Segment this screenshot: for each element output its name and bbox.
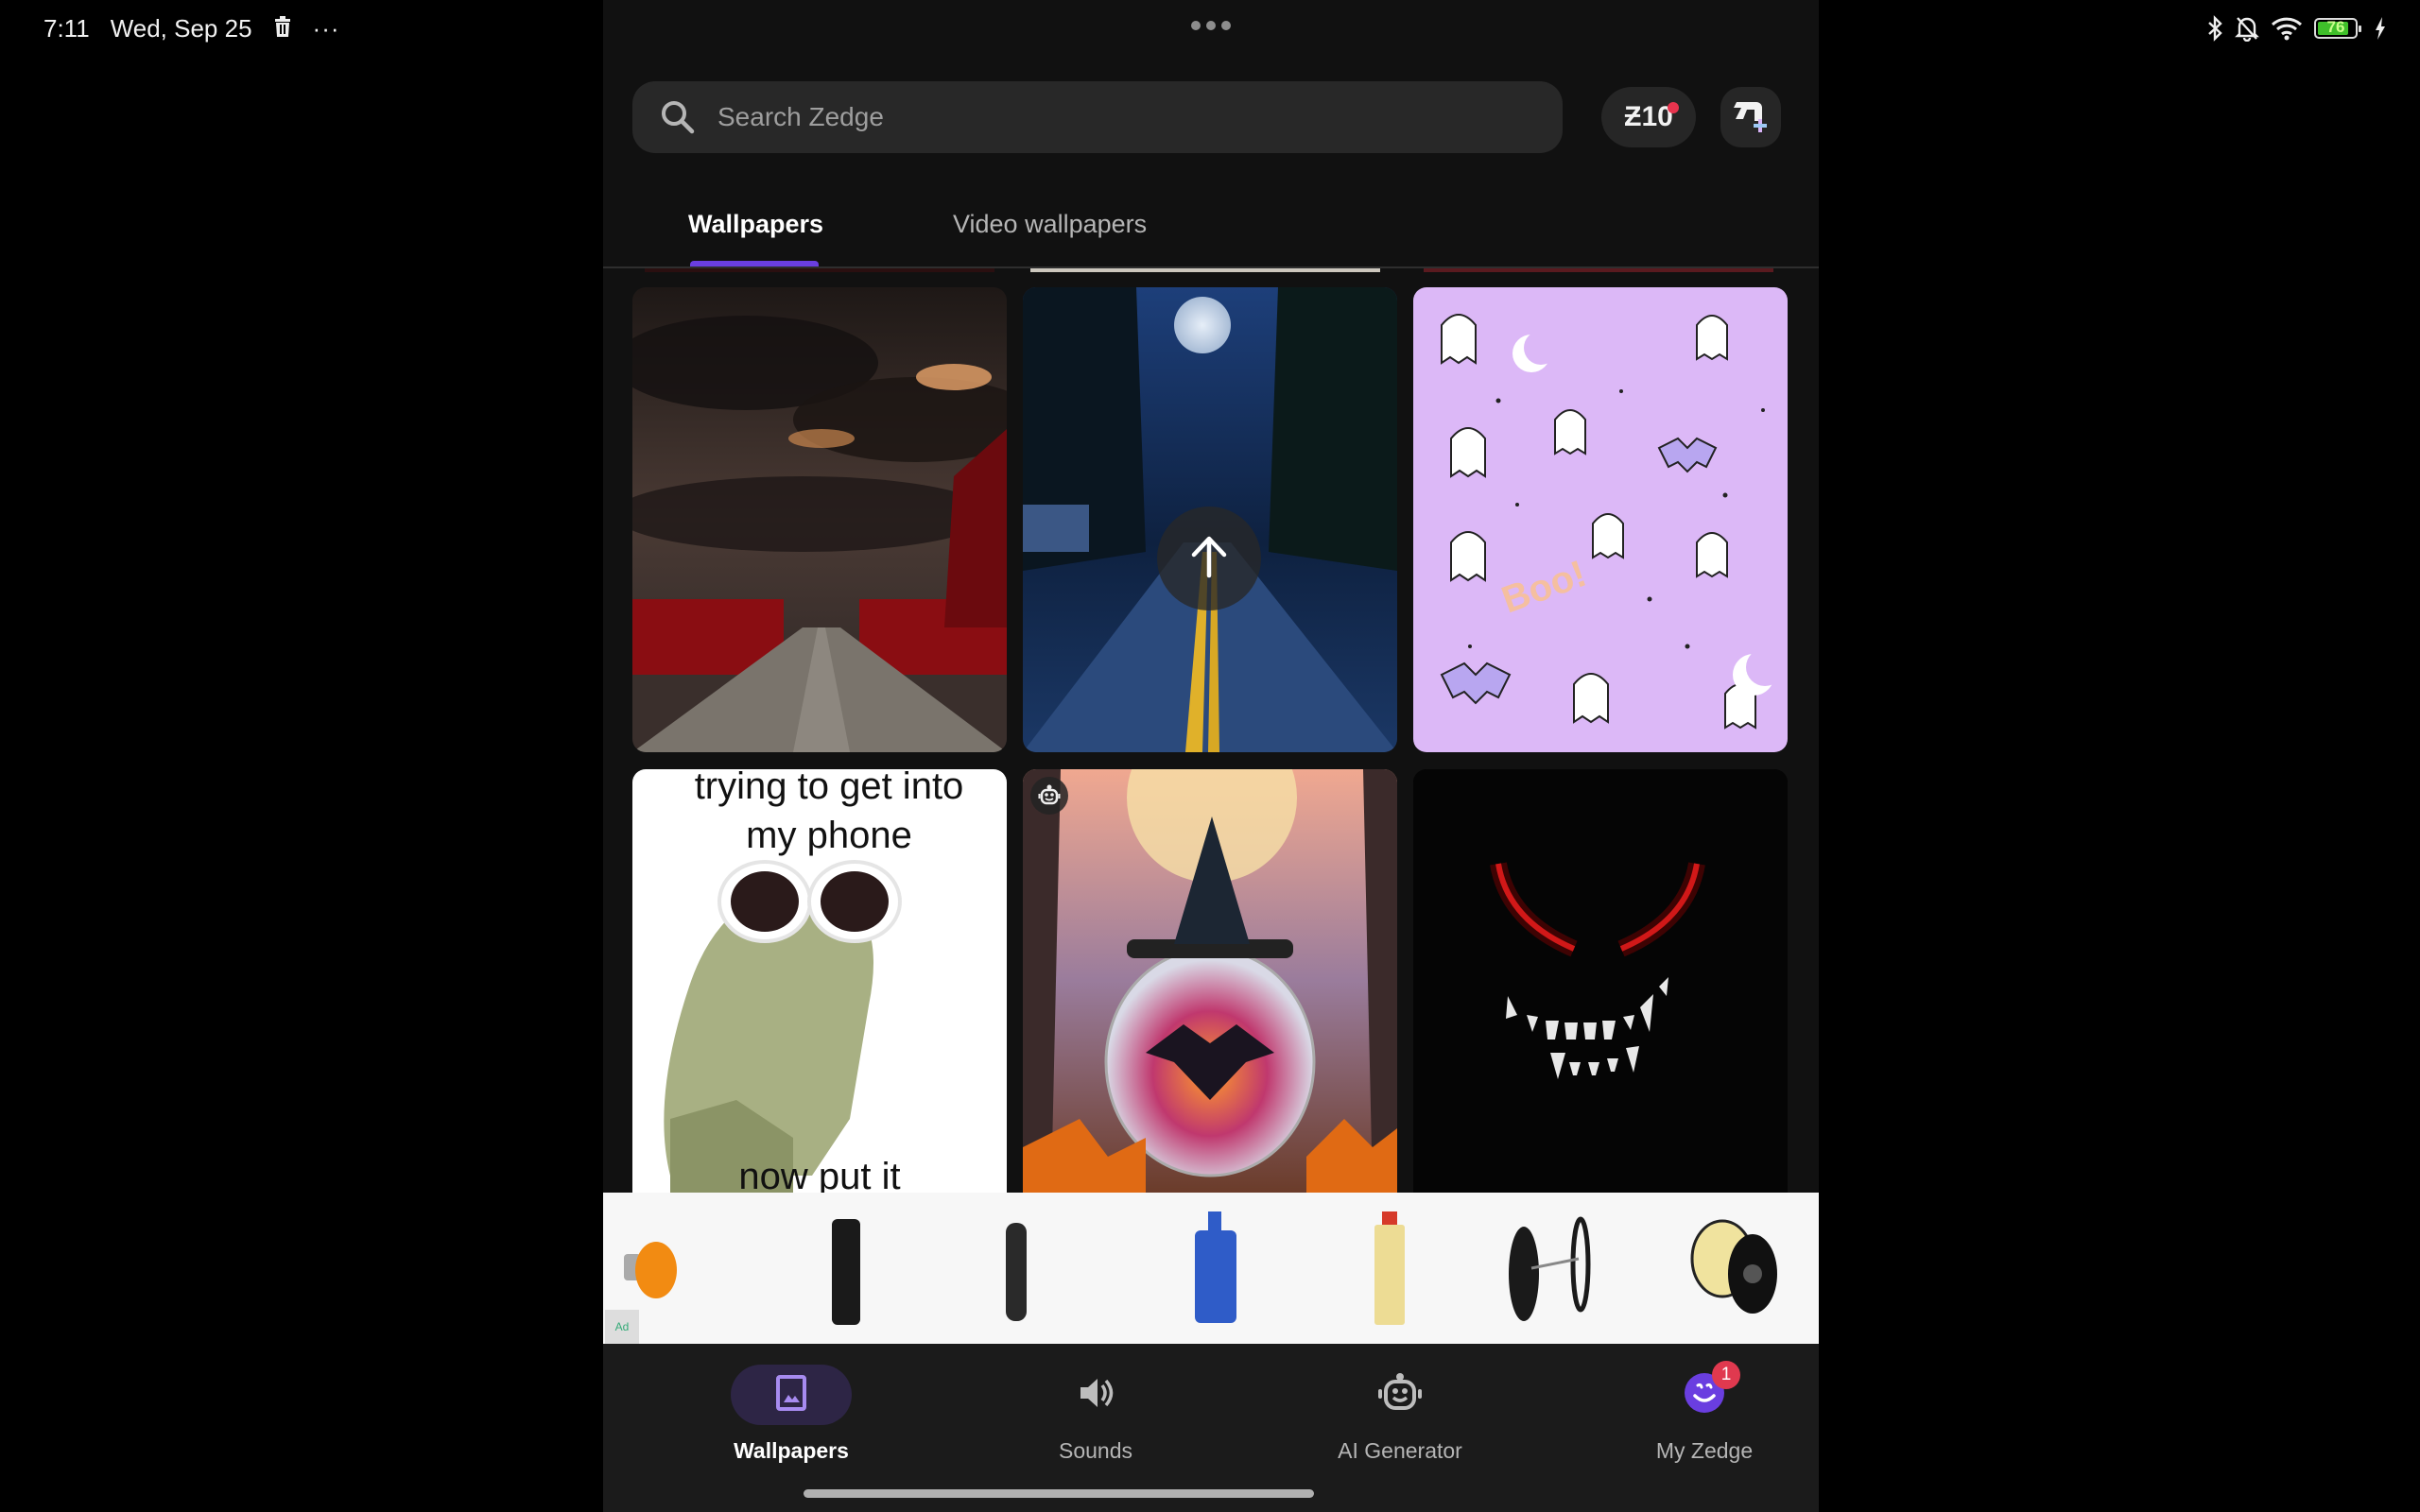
nav-label: Wallpapers [734, 1438, 849, 1463]
window-drag-handle[interactable] [1191, 21, 1231, 30]
ad-product-fluid-bottle [1374, 1211, 1405, 1325]
search-icon [659, 98, 697, 136]
ai-generated-badge [1030, 777, 1068, 815]
ad-product-bulb [624, 1242, 677, 1298]
coins-label: Ƶ10 [1624, 101, 1673, 132]
nav-sounds[interactable]: Sounds [1001, 1365, 1190, 1464]
ad-product-oil-jug-blue [1195, 1211, 1236, 1323]
status-bar-left: 7:11 Wed, Sep 25 ··· [43, 11, 340, 45]
more-horizontal-icon: ··· [312, 13, 340, 43]
tab-video-wallpapers[interactable]: Video wallpapers [953, 210, 1147, 239]
nav-icon-container [731, 1365, 852, 1425]
nav-ai-generator[interactable]: AI Generator [1305, 1365, 1495, 1464]
status-date: Wed, Sep 25 [110, 13, 252, 43]
create-upload-button[interactable] [1720, 87, 1781, 147]
nav-icon-container: 1 [1644, 1361, 1765, 1425]
wallpaper-thumbnail[interactable] [1023, 769, 1397, 1193]
arrow-up-icon [1188, 534, 1230, 584]
previous-row-peek [1030, 268, 1380, 272]
nav-wallpapers[interactable]: Wallpapers [697, 1365, 886, 1464]
ad-banner[interactable]: Ad [603, 1193, 1819, 1344]
ad-product-pulley [1509, 1216, 1591, 1321]
nav-my-zedge[interactable]: 1 My Zedge [1610, 1361, 1799, 1464]
tab-wallpapers[interactable]: Wallpapers [688, 210, 823, 239]
nav-icon-container [1340, 1365, 1461, 1425]
battery-percent: 76 [2326, 18, 2345, 36]
active-tab-indicator [690, 261, 819, 266]
search-bar[interactable] [632, 81, 1563, 153]
nav-icon-container [1035, 1365, 1156, 1425]
nav-label: AI Generator [1338, 1438, 1462, 1463]
demon-grin-image [1413, 769, 1788, 1193]
zedge-app-window: Ƶ10 Wallpapers Video wallpapers [603, 0, 1819, 1512]
ai-generated-icon [1038, 784, 1061, 807]
scroll-to-top-button[interactable] [1157, 507, 1261, 610]
ad-product-oil-container-black [832, 1219, 860, 1325]
wifi-icon [2271, 15, 2303, 42]
ad-label: Ad [614, 1320, 630, 1333]
nav-label: My Zedge [1655, 1438, 1754, 1463]
witch-jar-image [1023, 769, 1397, 1193]
stormy-road-image [632, 287, 1007, 752]
previous-row-peek [1424, 268, 1773, 272]
meme-caption-bottom: now put it [738, 1156, 901, 1193]
previous-row-peek [645, 268, 994, 272]
content-tabs: Wallpapers Video wallpapers [603, 189, 1819, 268]
wallpaper-thumbnail[interactable]: trying to get into my phone now put it [632, 769, 1007, 1193]
trash-icon [273, 14, 292, 43]
wallpaper-thumbnail[interactable] [632, 287, 1007, 752]
notification-badge: 1 [1712, 1361, 1740, 1389]
ad-product-seal-ring [1006, 1223, 1027, 1321]
wallpaper-icon [775, 1374, 807, 1417]
halloween-ghost-pattern-image: Boo! [1413, 287, 1788, 752]
ad-product-fuel-filter [1690, 1219, 1777, 1314]
create-upload-icon [1730, 98, 1772, 137]
status-time: 7:11 [43, 13, 90, 43]
charging-icon [2375, 17, 2386, 40]
wallpaper-thumbnail[interactable]: Boo! [1413, 287, 1788, 752]
search-input[interactable] [716, 101, 1532, 133]
home-gesture-bar[interactable] [804, 1489, 1314, 1498]
meme-caption-top: trying to get into my phone [694, 769, 964, 856]
status-bar-right: 76 [2206, 11, 2386, 45]
ai-robot-icon [1377, 1372, 1423, 1418]
nav-label: Sounds [1058, 1438, 1132, 1463]
speaker-icon [1077, 1374, 1115, 1417]
wallpaper-thumbnail[interactable] [1413, 769, 1788, 1193]
ad-choices-badge[interactable]: Ad [605, 1310, 639, 1344]
notifications-off-icon [2235, 15, 2259, 42]
coins-button[interactable]: Ƶ10 [1601, 87, 1696, 147]
battery-icon: 76 [2314, 18, 2361, 39]
coins-notification-dot [1668, 102, 1679, 113]
bottom-navigation: Wallpapers Sounds AI Generator 1 My Zedg… [603, 1344, 1819, 1512]
bluetooth-icon [2206, 15, 2223, 42]
